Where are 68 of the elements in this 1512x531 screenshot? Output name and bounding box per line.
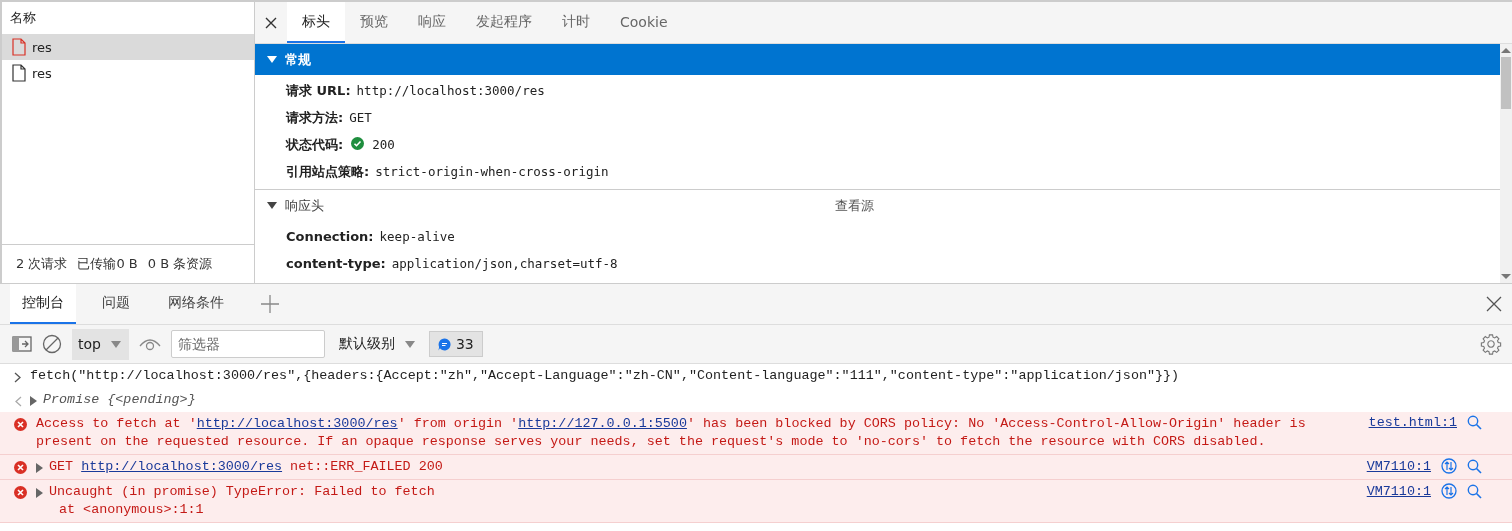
- view-source-link[interactable]: 查看源: [835, 196, 874, 215]
- header-name: 引用站点策略:: [286, 162, 370, 181]
- prompt-icon: [14, 372, 22, 383]
- header-value: keep-alive: [379, 229, 455, 244]
- tab[interactable]: 发起程序: [461, 2, 547, 43]
- eye-icon[interactable]: [138, 337, 161, 351]
- expand-icon[interactable]: [36, 463, 43, 473]
- source-link[interactable]: VM7110:1: [1366, 458, 1431, 474]
- summary-text: 0 B 条资源: [147, 255, 213, 273]
- sidebar-toggle-icon[interactable]: [12, 336, 32, 352]
- filter-field[interactable]: 筛选器: [170, 330, 325, 358]
- close-icon[interactable]: [265, 16, 277, 29]
- close-icon[interactable]: [1486, 296, 1502, 312]
- console-message: GET http://localhost:3000/res net::ERR_FAILED 200: [49, 458, 444, 476]
- network-request-icon[interactable]: [1441, 458, 1457, 474]
- section-header[interactable]: 响应头 查看源: [255, 190, 1500, 221]
- column-header: 名称: [10, 9, 36, 27]
- expand-icon[interactable]: [36, 488, 43, 498]
- section-header[interactable]: 常规: [255, 44, 1500, 75]
- file-icon: [12, 64, 26, 82]
- clear-icon[interactable]: [42, 334, 62, 354]
- search-icon[interactable]: [1467, 415, 1482, 430]
- header-value: 200: [372, 137, 395, 152]
- message-icon: [437, 337, 451, 351]
- console-message: Promise {<pending>}: [43, 391, 197, 409]
- settings-icon[interactable]: [1480, 333, 1502, 355]
- source-link[interactable]: test.html:1: [1368, 415, 1457, 430]
- message-count-button[interactable]: 33: [428, 331, 483, 357]
- console-message: Access to fetch at 'http://localhost:3000/res' from origin 'http://127.0.0.1:5500' has been blocked by CORS policy: No 'Access-Control-Allow-Origin' header is present on the requested resource. If an opaque response serves your needs, set the request's mode to 'no-cors' to fetch the resource with CORS disabled.: [36, 415, 1307, 451]
- error-icon: [14, 461, 27, 474]
- request-item[interactable]: res: [2, 34, 254, 60]
- error-icon: [14, 418, 27, 431]
- tab[interactable]: 响应: [403, 2, 461, 43]
- request-item[interactable]: res: [2, 60, 254, 86]
- file-icon: [12, 38, 26, 56]
- header-name: 请求 URL:: [286, 81, 351, 100]
- console-message: fetch("http://localhost:3000/res",{headers:{Accept:"zh","Accept-Language":"zh-CN","Content-language":"111","content-type":"application/json"}}): [30, 367, 1181, 385]
- url-link[interactable]: http://localhost:3000/res: [81, 459, 283, 474]
- stack-trace-line: at <anonymous>:1:1: [58, 501, 205, 519]
- level-dropdown[interactable]: 默认级别: [334, 335, 419, 353]
- tab[interactable]: 网络条件: [156, 284, 236, 324]
- tab[interactable]: Cookie: [605, 2, 683, 43]
- network-request-icon[interactable]: [1441, 483, 1457, 499]
- console-message: Uncaught (in promise) TypeError: Failed to fetch: [49, 483, 436, 501]
- header-value: http://localhost:3000/res: [356, 83, 545, 98]
- error-icon: [14, 486, 27, 499]
- header-value: strict-origin-when-cross-origin: [375, 164, 609, 179]
- search-icon[interactable]: [1467, 458, 1482, 474]
- summary-text: 2 次请求: [16, 255, 68, 273]
- header-name: 请求方法:: [286, 108, 344, 127]
- tab[interactable]: 控制台: [10, 284, 76, 324]
- header-name: content-type:: [286, 256, 386, 271]
- header-value: application/json,charset=utf-8: [391, 256, 618, 271]
- header-value: GET: [349, 110, 372, 125]
- source-link[interactable]: VM7110:1: [1366, 483, 1431, 499]
- context-dropdown[interactable]: top: [72, 328, 129, 360]
- tab[interactable]: 问题: [90, 284, 142, 324]
- tab[interactable]: 计时: [547, 2, 605, 43]
- url-link[interactable]: http://localhost:3000/res: [196, 416, 398, 431]
- url-link[interactable]: http://127.0.0.1:5500: [518, 416, 687, 431]
- header-name: Connection:: [286, 229, 374, 244]
- plus-icon[interactable]: [260, 294, 280, 314]
- scrollbar[interactable]: [1500, 44, 1512, 283]
- tab[interactable]: 预览: [345, 2, 403, 43]
- summary-text: 已传输0 B: [77, 255, 138, 273]
- search-icon[interactable]: [1467, 483, 1482, 499]
- tab[interactable]: 标头: [287, 2, 345, 43]
- header-name: 状态代码:: [286, 135, 344, 154]
